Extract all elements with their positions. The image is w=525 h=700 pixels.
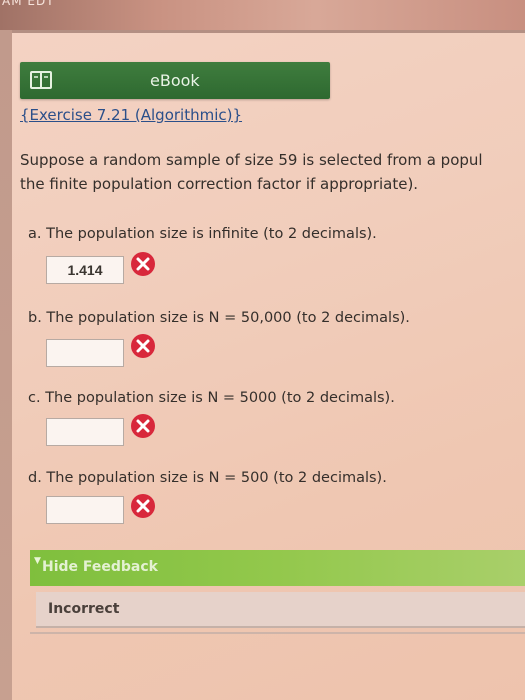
part-c-answer-input[interactable]	[46, 418, 124, 446]
exercise-title-link[interactable]: {Exercise 7.21 (Algorithmic)}	[20, 106, 242, 124]
incorrect-x-icon	[131, 334, 155, 358]
hide-feedback-toggle[interactable]: ▼ Hide Feedback	[30, 550, 525, 586]
left-frame-edge	[0, 30, 12, 700]
bottom-divider	[30, 632, 525, 634]
ebook-button[interactable]: eBook	[20, 62, 330, 99]
triangle-down-icon: ▼	[34, 556, 41, 566]
feedback-result-text: Incorrect	[48, 601, 120, 617]
frame-divider	[0, 30, 525, 33]
book-icon	[30, 71, 52, 89]
question-line-1: Suppose a random sample of size 59 is se…	[20, 151, 483, 169]
part-d-answer-input[interactable]	[46, 496, 124, 524]
hide-feedback-label: Hide Feedback	[42, 559, 158, 575]
top-clock-label: AM EDT	[2, 0, 55, 8]
feedback-result-panel: Incorrect	[36, 592, 525, 628]
incorrect-x-icon	[131, 414, 155, 438]
part-b-answer-input[interactable]	[46, 339, 124, 367]
part-c-label: c. The population size is N = 5000 (to 2…	[28, 390, 395, 406]
incorrect-x-icon	[131, 252, 155, 276]
part-a-answer-input[interactable]	[46, 256, 124, 284]
incorrect-x-icon	[131, 494, 155, 518]
question-line-2: the finite population correction factor …	[20, 175, 419, 193]
part-d-label: d. The population size is N = 500 (to 2 …	[28, 470, 387, 486]
browser-top-bar: AM EDT	[0, 0, 525, 30]
ebook-label: eBook	[150, 71, 200, 90]
part-b-label: b. The population size is N = 50,000 (to…	[28, 310, 410, 326]
part-a-label: a. The population size is infinite (to 2…	[28, 226, 377, 242]
question-text: Suppose a random sample of size 59 is se…	[20, 148, 525, 196]
